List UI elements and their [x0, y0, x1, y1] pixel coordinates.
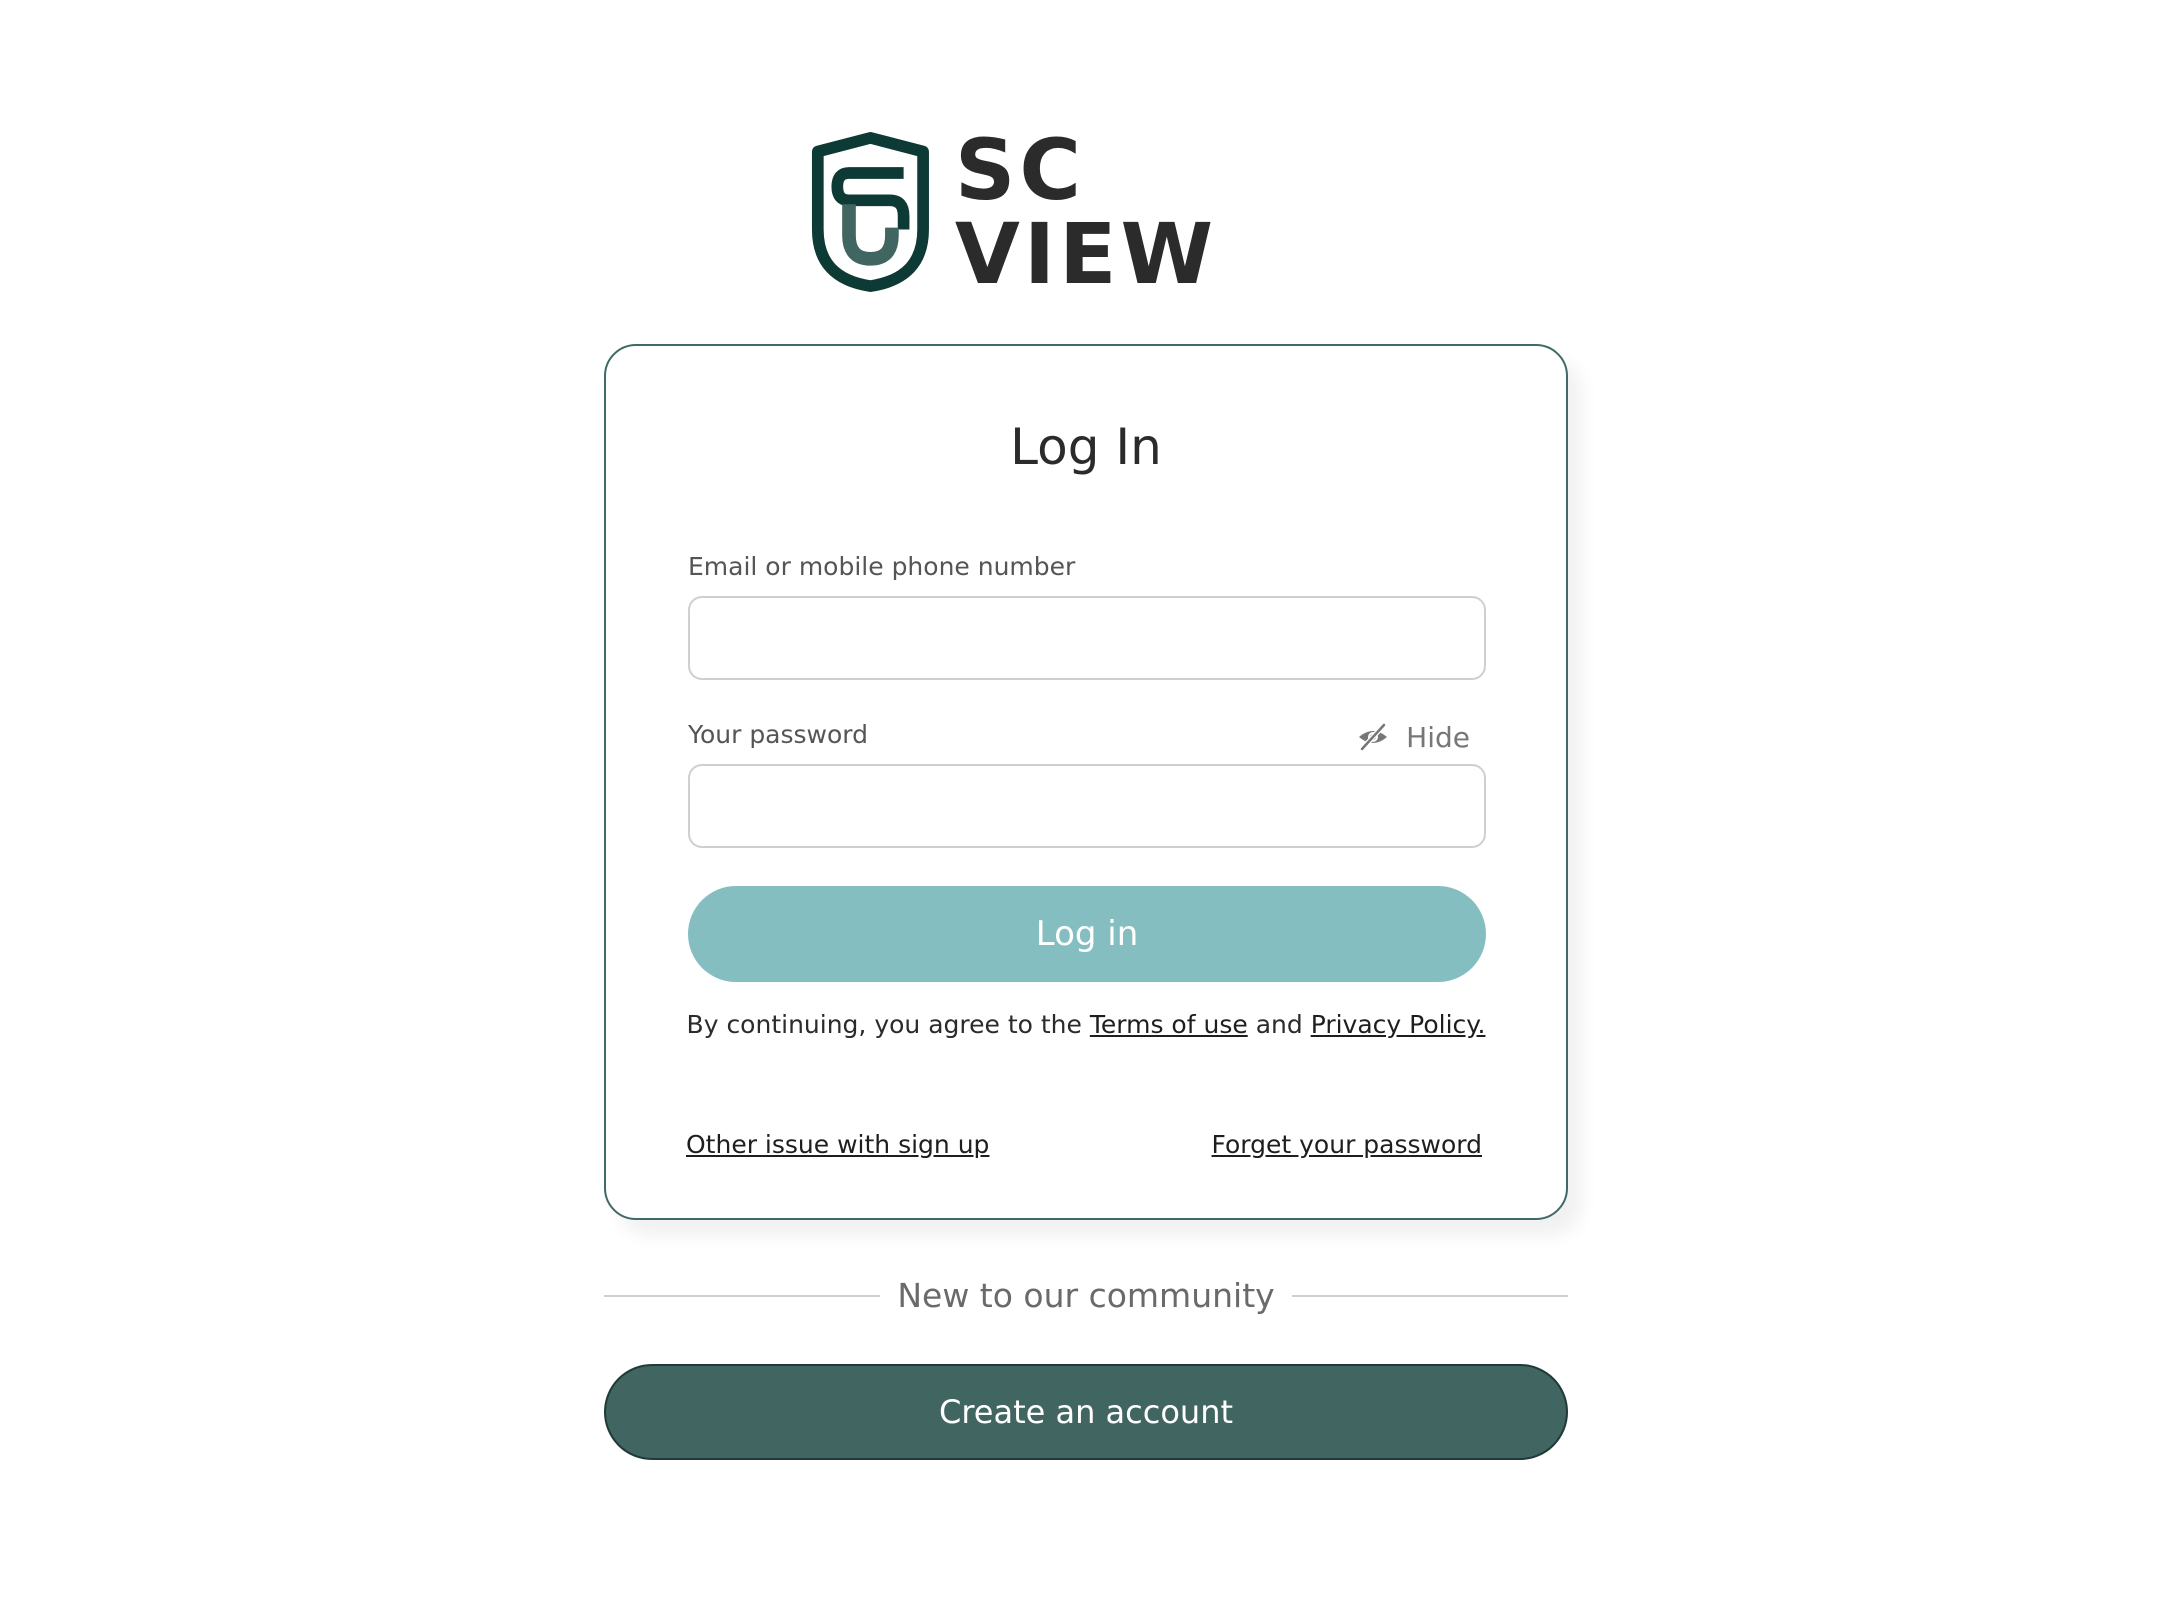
eye-slash-icon: [1359, 722, 1388, 752]
email-label: Email or mobile phone number: [688, 552, 1076, 581]
community-divider: New to our community: [604, 1272, 1568, 1320]
other-issue-link[interactable]: Other issue with sign up: [686, 1130, 989, 1159]
password-label: Your password: [688, 720, 869, 749]
terms-prefix: By continuing, you agree to the: [686, 1010, 1082, 1039]
divider-line-right: [1292, 1295, 1568, 1297]
email-field[interactable]: [688, 596, 1486, 680]
page-title: Log In: [1010, 418, 1162, 476]
forget-password-link[interactable]: Forget your password: [1212, 1130, 1482, 1159]
password-field[interactable]: [688, 764, 1486, 848]
terms-notice: By continuing, you agree to the Terms of…: [606, 1010, 1566, 1039]
shield-s-icon: [811, 132, 929, 292]
brand-name: SC VIEW: [954, 121, 1218, 303]
hide-label: Hide: [1406, 720, 1470, 754]
login-card: Log In Email or mobile phone number Your…: [604, 344, 1568, 1220]
login-button[interactable]: Log in: [688, 886, 1486, 982]
terms-conjunction: and: [1255, 1010, 1303, 1039]
privacy-policy-link[interactable]: Privacy Policy.: [1311, 1010, 1486, 1039]
create-account-button[interactable]: Create an account: [604, 1364, 1568, 1460]
terms-of-use-link[interactable]: Terms of use: [1090, 1010, 1248, 1039]
password-visibility-toggle[interactable]: Hide: [1356, 720, 1470, 754]
brand-logo: SC VIEW: [810, 128, 1370, 296]
